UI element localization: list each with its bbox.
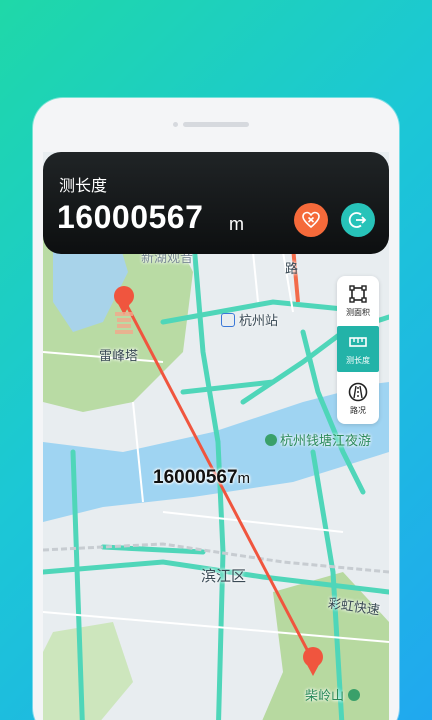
panel-title: 测长度: [59, 176, 108, 195]
map-label-binjiang[interactable]: 滨江区: [201, 565, 246, 586]
app-screen: 新湖观音 路 雷峰塔 杭州站 杭州钱塘江夜游 滨江区 彩虹快速 柴岭山 1600…: [43, 152, 389, 720]
measure-tools: 测面积 测长度 路况: [337, 276, 379, 424]
park-icon: [265, 434, 277, 446]
exit-icon: [348, 212, 367, 228]
tool-label: 路况: [350, 406, 366, 415]
station-icon: [221, 313, 235, 327]
distance-unit: m: [229, 214, 244, 234]
heart-clear-icon: [302, 211, 320, 229]
tool-measure-area[interactable]: 测面积: [337, 278, 379, 324]
map-label-hangzhou-station[interactable]: 杭州站: [221, 310, 278, 329]
earpiece: [183, 122, 249, 127]
tool-measure-length[interactable]: 测长度: [337, 326, 379, 372]
map-label-leifeng-pagoda[interactable]: 雷峰塔: [99, 345, 138, 364]
map-label-road: 路: [285, 262, 299, 277]
road-icon: [348, 382, 368, 402]
front-camera: [173, 122, 178, 127]
map-distance-label: 16000567m: [153, 467, 251, 488]
clear-button[interactable]: [294, 203, 328, 237]
tool-label: 测长度: [346, 356, 370, 365]
map-label-chailing[interactable]: 柴岭山: [305, 685, 361, 704]
tool-traffic[interactable]: 路况: [337, 376, 379, 422]
measure-panel: 测长度 16000567 m: [43, 152, 389, 254]
mountain-icon: [348, 689, 361, 701]
map-label-qiantang-park[interactable]: 杭州钱塘江夜游: [265, 430, 371, 449]
ruler-icon: [349, 337, 367, 347]
area-measure-icon: [349, 285, 367, 303]
exit-button[interactable]: [341, 203, 375, 237]
phone-frame: 新湖观音 路 雷峰塔 杭州站 杭州钱塘江夜游 滨江区 彩虹快速 柴岭山 1600…: [33, 98, 399, 720]
tool-label: 测面积: [346, 308, 370, 317]
distance-value: 16000567: [57, 199, 204, 235]
